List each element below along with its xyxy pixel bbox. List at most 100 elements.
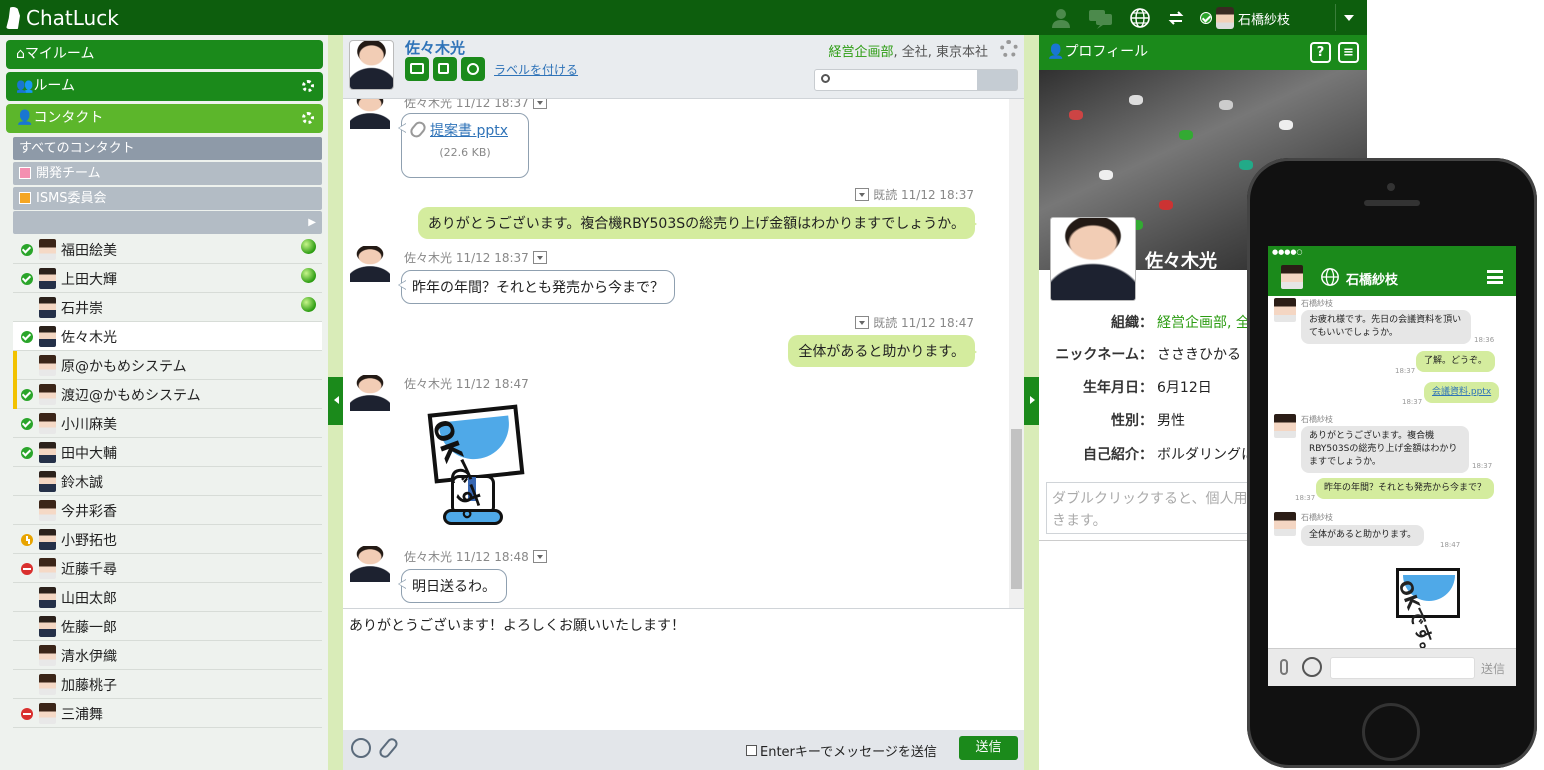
collapse-left-button[interactable] (328, 377, 343, 425)
department-link[interactable]: 経営企画部 (828, 45, 893, 60)
profile-name: 佐々木光 (1145, 251, 1217, 272)
message-menu-button[interactable] (532, 550, 547, 563)
online-indicator-icon (301, 239, 316, 254)
send-button[interactable]: 送信 (959, 736, 1018, 760)
gear-icon[interactable] (302, 112, 314, 124)
avatar (350, 246, 390, 282)
right-splitter[interactable] (1024, 35, 1039, 770)
contact-item[interactable]: 佐藤一郎 (13, 612, 322, 641)
avatar (39, 297, 56, 318)
contact-item[interactable]: 福田絵美 (13, 235, 322, 264)
contact-item[interactable]: 田中大輔 (13, 438, 322, 467)
message-menu-button[interactable] (855, 188, 870, 201)
search-input[interactable] (814, 69, 1018, 91)
user-menu[interactable]: 石橋紗枝 (1200, 6, 1290, 30)
contact-item[interactable]: 近藤千尋 (13, 554, 322, 583)
enter-to-send-checkbox[interactable]: Enterキーでメッセージを送信 (746, 741, 937, 760)
contact-item[interactable]: 石井崇 (13, 293, 322, 322)
list-icon[interactable]: ≡ (1338, 42, 1359, 63)
collapse-right-button[interactable] (1024, 377, 1039, 425)
contact-name: 今井彩香 (61, 504, 117, 520)
message-menu-button[interactable] (532, 99, 547, 109)
add-label-link[interactable]: ラベルを付ける (494, 61, 578, 78)
gear-icon[interactable] (1000, 40, 1018, 58)
timestamp: 18:47 (1440, 541, 1461, 549)
scrollbar[interactable] (1009, 99, 1024, 608)
phone-my-message: 了解。どうぞ。 (1416, 351, 1496, 372)
left-splitter[interactable] (328, 35, 343, 770)
group-label: すべてのコンタクト (19, 141, 135, 156)
scrollbar-thumb[interactable] (1011, 429, 1022, 589)
avatar (1216, 7, 1234, 29)
organization: 経営企画部, 全社, 東京本社 (828, 41, 988, 60)
avatar (39, 587, 56, 608)
contact-name: 上田大輝 (61, 272, 117, 288)
sidebar-item-contacts[interactable]: 👤コンタクト (6, 104, 323, 133)
sidebar-item-room[interactable]: 👥ルーム (6, 72, 323, 101)
contact-item[interactable]: 三浦舞 (13, 699, 322, 728)
contact-item[interactable]: 小野拓也 (13, 525, 322, 554)
file-link[interactable]: 提案書.pptx (430, 123, 508, 139)
top-bar: ChatLuck 石橋紗枝 (0, 0, 1367, 35)
contact-item[interactable]: 清水伊織 (13, 641, 322, 670)
message-input[interactable]: ありがとうございます！よろしくお願いいたします！ (343, 608, 1024, 730)
contact-item[interactable]: 今井彩香 (13, 496, 322, 525)
status-busy-icon (21, 563, 33, 575)
profile-field-value[interactable]: 経営企画部, 全 (1157, 312, 1250, 332)
avatar[interactable] (349, 40, 394, 90)
contact-group-2[interactable]: ISMS委員会 (13, 187, 322, 210)
profile-field-label: ニックネーム： (1055, 347, 1153, 363)
chevron-down-icon[interactable] (1344, 15, 1354, 26)
contact-item[interactable]: 渡辺@かもめシステム (13, 380, 322, 409)
contact-name: 鈴木誠 (61, 475, 103, 491)
contact-group-1[interactable]: 開発チーム (13, 162, 322, 185)
contact-item[interactable]: 原@かもめシステム (13, 351, 322, 380)
input-toolbar: Enterキーでメッセージを送信 送信 (343, 730, 1024, 770)
chat-partner-name[interactable]: 佐々木光 (405, 37, 465, 58)
contact-item[interactable]: 鈴木誠 (13, 467, 322, 496)
contact-item[interactable]: 佐々木光 (13, 322, 322, 351)
attach-icon (1280, 659, 1288, 675)
sidebar: ⌂マイルーム 👥ルーム 👤コンタクト すべてのコンタクト開発チーム ISMS委員会… (0, 35, 328, 770)
video-call-button[interactable] (433, 57, 457, 81)
chat-rooms-icon[interactable] (1088, 7, 1114, 29)
screen-share-button[interactable] (405, 57, 429, 81)
profile-field-value: 男性 (1157, 413, 1185, 429)
avatar (39, 616, 56, 637)
app-logo[interactable]: ChatLuck (6, 6, 119, 30)
contact-item[interactable]: 上田大輝 (13, 264, 322, 293)
globe-icon[interactable] (1129, 7, 1151, 29)
organization-rest: , 全社, 東京本社 (893, 45, 988, 60)
avatar (39, 384, 56, 405)
status-ok-icon (21, 389, 33, 401)
emoji-icon[interactable] (351, 738, 371, 758)
gear-icon[interactable] (302, 80, 314, 92)
group-icon: 👥 (16, 78, 34, 94)
profile-field-value: ボルダリングに (1157, 447, 1255, 463)
message-menu-button[interactable] (855, 316, 870, 329)
contact-item[interactable]: 小川麻美 (13, 409, 322, 438)
profile-field-label: 自己紹介： (1083, 447, 1153, 463)
switch-arrows-icon[interactable] (1167, 7, 1185, 29)
contact-icon[interactable] (1050, 7, 1072, 29)
chevron-right-icon: ▶ (308, 217, 316, 228)
search-nav-buttons[interactable] (977, 70, 1017, 90)
contact-group-0[interactable]: すべてのコンタクト (13, 137, 322, 160)
voice-call-button[interactable] (461, 57, 485, 81)
phone-title: 石橋紗枝 (1346, 273, 1399, 288)
avatar (1281, 265, 1303, 289)
divider (1335, 4, 1336, 31)
contact-item[interactable]: 加藤桃子 (13, 670, 322, 699)
message-menu-button[interactable] (532, 251, 547, 264)
menu-icon (1487, 270, 1503, 284)
help-icon[interactable]: ? (1310, 42, 1331, 63)
sender-name: 石橋紗枝 (1301, 415, 1333, 424)
group-expand-row[interactable]: ▶ (13, 211, 322, 234)
sidebar-item-my-room[interactable]: ⌂マイルーム (6, 40, 323, 69)
attach-icon[interactable] (377, 736, 400, 760)
contact-name: 三浦舞 (61, 707, 103, 723)
timestamp: 18:37 (1295, 494, 1316, 502)
avatar (39, 558, 56, 579)
contact-item[interactable]: 山田太郎 (13, 583, 322, 612)
profile-header: 👤プロフィール ? ≡ (1039, 35, 1367, 70)
